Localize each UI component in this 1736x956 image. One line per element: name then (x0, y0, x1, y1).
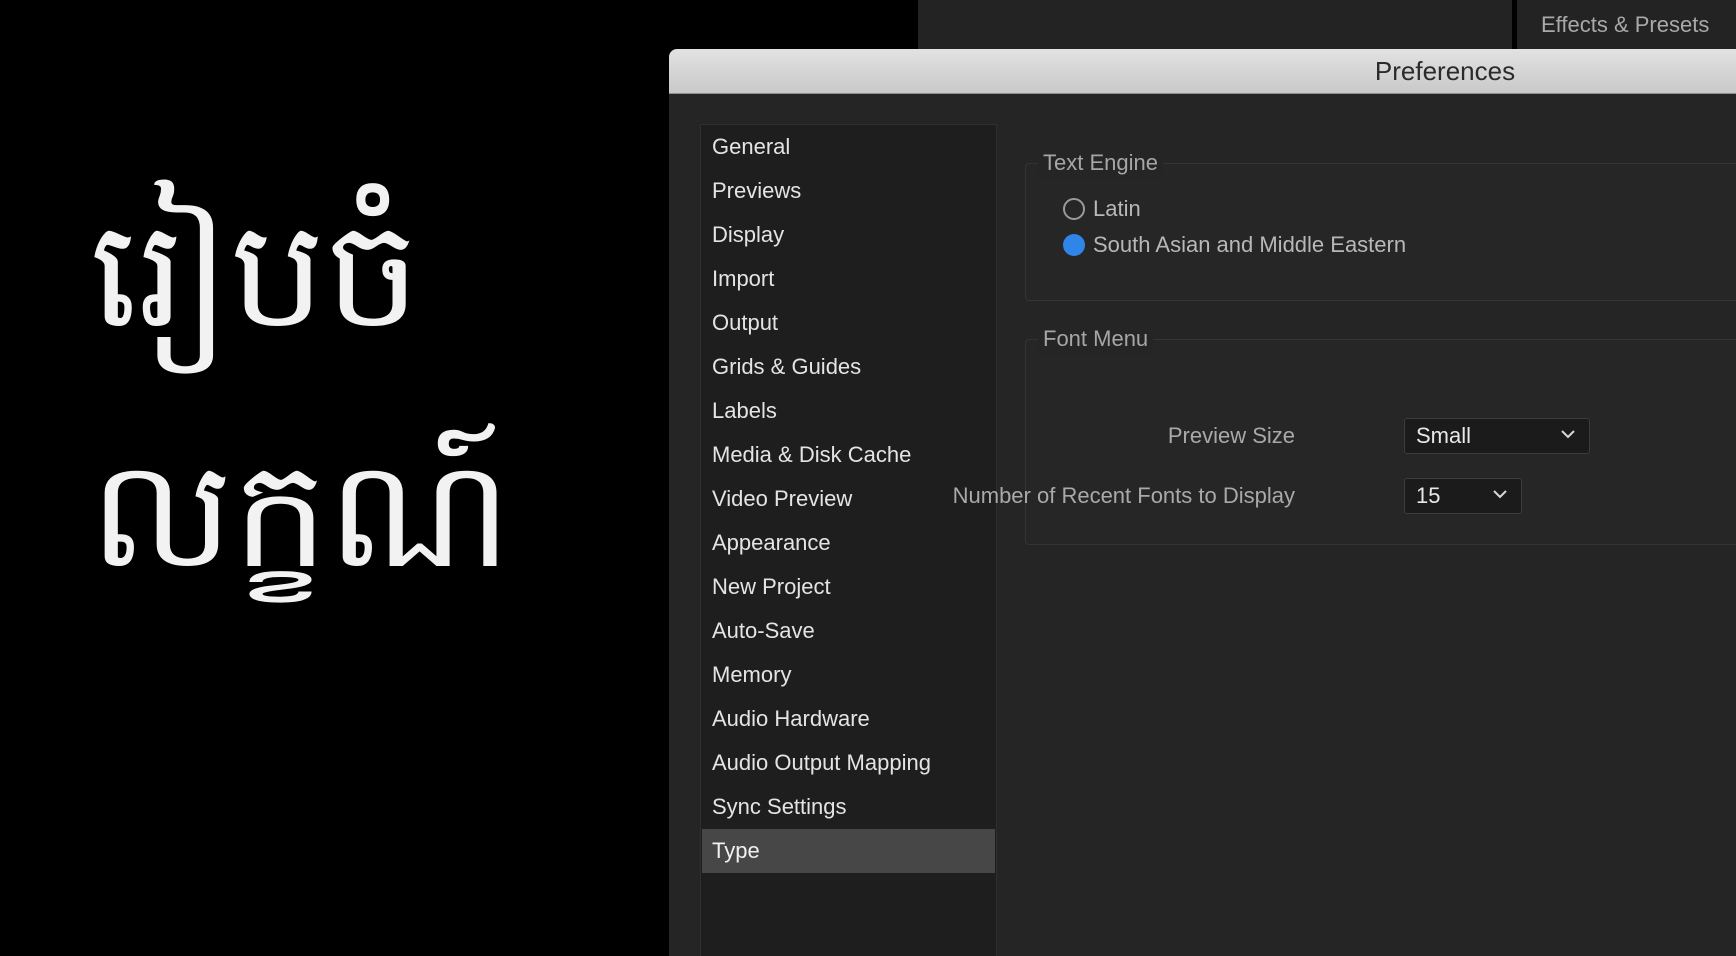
radio-south-asian-label: South Asian and Middle Eastern (1093, 232, 1407, 257)
preferences-sidebar: General Previews Display Import Output G… (700, 124, 997, 956)
preview-size-value: Small (1416, 423, 1472, 448)
preview-size-dropdown[interactable]: Small (1404, 418, 1590, 454)
sidebar-item-appearance[interactable]: Appearance (702, 521, 995, 565)
text-engine-title: Text Engine (1038, 146, 1163, 180)
effects-presets-tab-label: Effects & Presets (1541, 11, 1710, 37)
chevron-down-icon (1561, 430, 1575, 439)
sidebar-item-type[interactable]: Type (702, 829, 995, 873)
radio-latin[interactable]: Latin (1063, 192, 1141, 226)
sidebar-item-import[interactable]: Import (702, 257, 995, 301)
dialog-titlebar[interactable]: Preferences (669, 49, 1736, 94)
radio-south-asian-middle-eastern[interactable]: South Asian and Middle Eastern (1063, 228, 1406, 262)
sidebar-item-previews[interactable]: Previews (702, 169, 995, 213)
top-panel (918, 0, 1512, 49)
dialog-title: Preferences (1374, 56, 1516, 86)
sidebar-item-labels[interactable]: Labels (702, 389, 995, 433)
sidebar-item-audio-output-mapping[interactable]: Audio Output Mapping (702, 741, 995, 785)
recent-fonts-dropdown[interactable]: 15 (1404, 478, 1522, 514)
overlay-title-line-1: រៀបចំ (90, 188, 421, 362)
radio-button-checked-icon[interactable] (1063, 234, 1085, 256)
chevron-down-icon (1493, 490, 1507, 499)
sidebar-item-new-project[interactable]: New Project (702, 565, 995, 609)
preview-size-label: Preview Size (1167, 423, 1295, 448)
sidebar-item-auto-save[interactable]: Auto-Save (702, 609, 995, 653)
text-engine-group: Text Engine Latin South Asian and Middle… (1025, 146, 1736, 301)
sidebar-item-general[interactable]: General (702, 125, 995, 169)
sidebar-item-output[interactable]: Output (702, 301, 995, 345)
preferences-dialog: Preferences General Previews Display Imp… (669, 49, 1736, 956)
effects-presets-tab[interactable]: Effects & Presets (1517, 0, 1736, 49)
sidebar-item-sync-settings[interactable]: Sync Settings (702, 785, 995, 829)
sidebar-item-display[interactable]: Display (702, 213, 995, 257)
overlay-title-line-2: លក្ខណ៍ (90, 428, 512, 602)
sidebar-item-media-disk-cache[interactable]: Media & Disk Cache (702, 433, 995, 477)
font-menu-group: Font Menu Preview Size Small Number of R… (953, 322, 1736, 545)
sidebar-item-memory[interactable]: Memory (702, 653, 995, 697)
sidebar-item-video-preview[interactable]: Video Preview (702, 477, 995, 521)
radio-latin-label: Latin (1093, 196, 1141, 221)
recent-fonts-value: 15 (1416, 483, 1441, 508)
radio-button-icon[interactable] (1063, 198, 1085, 220)
font-menu-title: Font Menu (1038, 322, 1154, 356)
sidebar-item-audio-hardware[interactable]: Audio Hardware (702, 697, 995, 741)
sidebar-item-grids-guides[interactable]: Grids & Guides (702, 345, 995, 389)
recent-fonts-label: Number of Recent Fonts to Display (952, 483, 1295, 508)
